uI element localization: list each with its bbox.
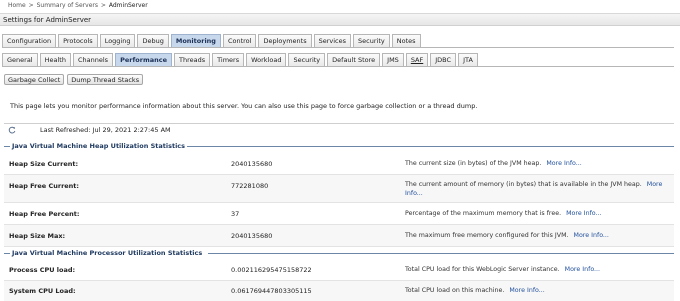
section-title: Java Virtual Machine Processor Utilizati… bbox=[12, 249, 203, 257]
more-info-link[interactable]: More Info... bbox=[574, 232, 609, 239]
table-row: Heap Size Max: 2040135680 The maximum fr… bbox=[4, 225, 674, 247]
tab-protocols[interactable]: Protocols bbox=[58, 34, 98, 47]
subtab-workload[interactable]: Workload bbox=[246, 53, 287, 66]
dump-thread-stacks-button[interactable]: Dump Thread Stacks bbox=[67, 74, 144, 85]
heap-section-header: Java Virtual Machine Heap Utilization St… bbox=[4, 142, 674, 151]
row-description-text: Total CPU load for this WebLogic Server … bbox=[405, 266, 560, 273]
row-label: Heap Size Max: bbox=[9, 232, 66, 240]
subtab-jms[interactable]: JMS bbox=[382, 53, 404, 66]
main-tabs: Configuration Protocols Logging Debug Mo… bbox=[2, 34, 423, 47]
tab-services[interactable]: Services bbox=[313, 34, 352, 47]
row-description: Percentage of the maximum memory that is… bbox=[405, 210, 671, 219]
row-description: Total CPU load for this WebLogic Server … bbox=[405, 266, 671, 275]
row-description-text: Percentage of the maximum memory that is… bbox=[405, 210, 562, 217]
page-description: This page lets you monitor performance i… bbox=[10, 102, 478, 110]
more-info-link[interactable]: More Info... bbox=[509, 287, 544, 294]
tab-configuration[interactable]: Configuration bbox=[2, 34, 57, 47]
row-label: Heap Free Current: bbox=[9, 182, 80, 190]
subtab-performance[interactable]: Performance bbox=[115, 53, 172, 66]
subtab-threads[interactable]: Threads bbox=[174, 53, 211, 66]
table-row: Heap Size Current: 2040135680 The curren… bbox=[4, 153, 674, 175]
subtab-saf[interactable]: SAF bbox=[405, 53, 429, 66]
tab-security[interactable]: Security bbox=[353, 34, 390, 47]
subtab-general[interactable]: General bbox=[2, 53, 38, 66]
last-refreshed: Last Refreshed: Jul 29, 2021 2:27:45 AM bbox=[40, 126, 171, 134]
breadcrumb-current: AdminServer bbox=[108, 2, 148, 9]
sub-tabs: General Health Channels Performance Thre… bbox=[2, 53, 480, 66]
breadcrumb-summary[interactable]: Summary of Servers bbox=[37, 2, 98, 9]
section-rule bbox=[187, 146, 674, 147]
table-row: Heap Free Percent: 37 Percentage of the … bbox=[4, 203, 674, 225]
more-info-link[interactable]: More Info... bbox=[546, 160, 581, 167]
row-description: Total CPU load on this machine. More Info… bbox=[405, 287, 671, 296]
tab-debug[interactable]: Debug bbox=[137, 34, 169, 47]
row-value: 0.002116295475158722 bbox=[231, 266, 312, 274]
subtab-jta[interactable]: JTA bbox=[458, 53, 478, 66]
subtab-divider bbox=[2, 66, 674, 67]
row-value: 2040135680 bbox=[231, 232, 273, 240]
settings-title-bar: Settings for AdminServer bbox=[0, 13, 680, 26]
row-value: 37 bbox=[231, 210, 240, 218]
breadcrumb-separator: > bbox=[100, 2, 106, 9]
table-row: Heap Free Current: 772281080 The current… bbox=[4, 175, 674, 203]
section-rule bbox=[208, 253, 674, 254]
row-label: Heap Size Current: bbox=[9, 160, 79, 168]
section-rule bbox=[4, 253, 10, 254]
row-value: 0.061769447803305115 bbox=[231, 287, 312, 295]
row-description: The current size (in bytes) of the JVM h… bbox=[405, 160, 671, 169]
row-description-text: The current amount of memory (in bytes) … bbox=[405, 181, 642, 188]
row-description-text: The maximum free memory configured for t… bbox=[405, 232, 569, 239]
row-value: 2040135680 bbox=[231, 160, 273, 168]
more-info-link[interactable]: More Info... bbox=[565, 266, 600, 273]
subtab-default-store[interactable]: Default Store bbox=[327, 53, 381, 66]
row-label: Process CPU load: bbox=[9, 266, 76, 274]
tab-control[interactable]: Control bbox=[222, 34, 257, 47]
tab-monitoring[interactable]: Monitoring bbox=[170, 34, 221, 47]
row-description: The current amount of memory (in bytes) … bbox=[405, 181, 671, 198]
tab-divider bbox=[2, 47, 674, 48]
subtab-security[interactable]: Security bbox=[288, 53, 326, 66]
tab-notes[interactable]: Notes bbox=[391, 34, 421, 47]
row-value: 772281080 bbox=[231, 182, 269, 190]
refresh-icon[interactable] bbox=[8, 126, 16, 134]
action-buttons: Garbage Collect Dump Thread Stacks bbox=[4, 74, 146, 85]
tab-deployments[interactable]: Deployments bbox=[258, 34, 312, 47]
breadcrumb-home[interactable]: Home bbox=[8, 2, 26, 9]
row-description: The maximum free memory configured for t… bbox=[405, 232, 671, 241]
row-description-text: The current size (in bytes) of the JVM h… bbox=[405, 160, 542, 167]
breadcrumb-separator: > bbox=[28, 2, 34, 9]
refresh-bar: Last Refreshed: Jul 29, 2021 2:27:45 AM bbox=[4, 123, 674, 136]
more-info-link[interactable]: More Info... bbox=[566, 210, 601, 217]
section-title: Java Virtual Machine Heap Utilization St… bbox=[12, 142, 186, 150]
page-title: Settings for AdminServer bbox=[3, 16, 92, 24]
table-row: Process CPU load: 0.002116295475158722 T… bbox=[4, 260, 674, 281]
row-description-text: Total CPU load on this machine. bbox=[405, 287, 505, 294]
table-row: System CPU Load: 0.061769447803305115 To… bbox=[4, 281, 674, 301]
garbage-collect-button[interactable]: Garbage Collect bbox=[4, 74, 65, 85]
section-rule bbox=[4, 146, 10, 147]
subtab-health[interactable]: Health bbox=[39, 53, 71, 66]
tab-logging[interactable]: Logging bbox=[99, 34, 136, 47]
subtab-timers[interactable]: Timers bbox=[212, 53, 245, 66]
breadcrumb: Home > Summary of Servers > AdminServer bbox=[8, 2, 148, 9]
row-label: System CPU Load: bbox=[9, 287, 76, 295]
subtab-channels[interactable]: Channels bbox=[72, 53, 114, 66]
cpu-section-header: Java Virtual Machine Processor Utilizati… bbox=[4, 249, 674, 258]
subtab-jdbc[interactable]: JDBC bbox=[430, 53, 457, 66]
row-label: Heap Free Percent: bbox=[9, 210, 80, 218]
